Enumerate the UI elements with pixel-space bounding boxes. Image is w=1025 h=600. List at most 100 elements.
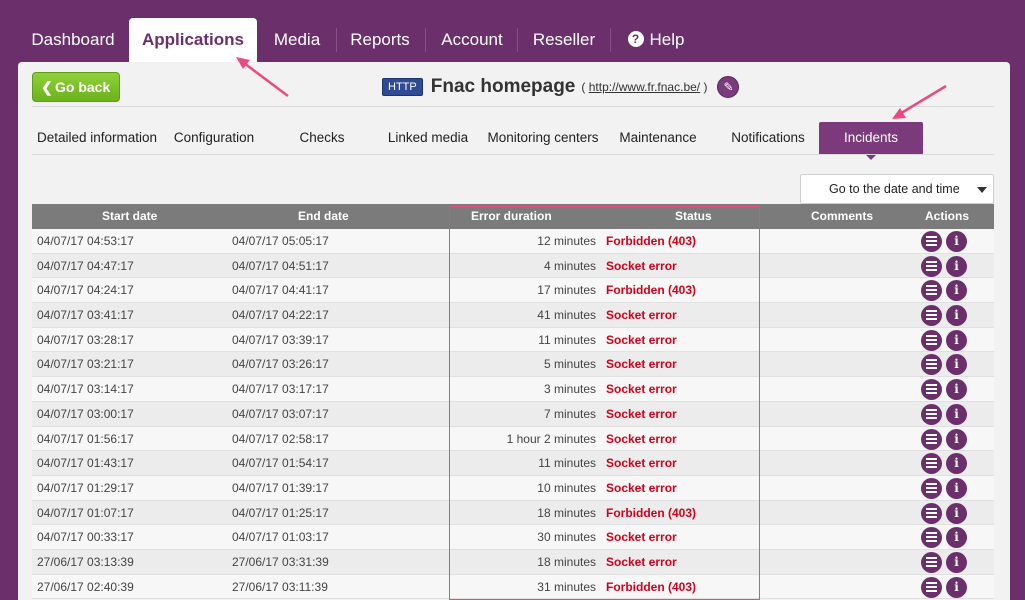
- add-comment-button[interactable]: [921, 453, 942, 475]
- table-row: 04/07/17 04:24:17 04/07/17 04:41:17 17 min…: [32, 278, 994, 304]
- add-comment-button[interactable]: [921, 379, 942, 401]
- tab-incidents[interactable]: Incidents: [819, 122, 923, 160]
- tab-maintenance[interactable]: Maintenance: [614, 122, 702, 154]
- chevron-left-icon: ❮: [41, 79, 53, 95]
- table-row: 04/07/17 01:43:17 04/07/17 01:54:17 11 min…: [32, 451, 994, 476]
- incident-info-button[interactable]: i: [946, 453, 967, 475]
- tab-checks[interactable]: Checks: [290, 122, 354, 154]
- cell-status: Forbidden (403): [606, 505, 697, 520]
- column-header-actions: Actions: [925, 209, 970, 223]
- incident-info-button[interactable]: i: [946, 379, 967, 401]
- list-add-icon: [926, 236, 937, 246]
- incident-info-button[interactable]: i: [946, 502, 967, 524]
- incident-info-button[interactable]: i: [946, 305, 967, 327]
- list-add-icon: [926, 581, 937, 592]
- incident-info-button[interactable]: i: [946, 403, 967, 425]
- table-row: 04/07/17 01:07:17 04/07/17 01:25:17 18 min…: [32, 500, 994, 526]
- tab-linked-media[interactable]: Linked media: [384, 122, 472, 154]
- table-row: 04/07/17 00:33:17 04/07/17 01:03:17 30 min…: [32, 525, 994, 550]
- nav-reseller[interactable]: Reseller: [522, 18, 606, 62]
- cell-end-date: 04/07/17 02:58:17: [232, 431, 329, 446]
- cell-error-duration: 11 minutes: [538, 456, 596, 471]
- info-icon: i: [954, 480, 959, 495]
- incident-info-button[interactable]: i: [946, 527, 967, 549]
- cell-start-date: 04/07/17 04:24:17: [37, 283, 134, 298]
- cell-error-duration: 7 minutes: [543, 406, 596, 421]
- table-header: Start date End date Error duration Statu…: [32, 204, 994, 229]
- list-add-icon: [926, 507, 937, 518]
- nav-reports[interactable]: Reports: [340, 18, 420, 62]
- nav-help-label: Help: [649, 30, 685, 49]
- cell-error-duration: 12 minutes: [537, 234, 596, 248]
- edit-application-button[interactable]: ✎: [717, 76, 740, 98]
- column-header-end-date[interactable]: End date: [298, 204, 349, 229]
- cell-end-date: 04/07/17 01:54:17: [232, 456, 329, 471]
- list-add-icon: [926, 285, 937, 296]
- add-comment-button[interactable]: [921, 403, 942, 425]
- incident-info-button[interactable]: i: [946, 255, 967, 277]
- nav-account[interactable]: Account: [430, 18, 514, 62]
- cell-status: Forbidden (403): [606, 234, 697, 248]
- tab-detailed-information[interactable]: Detailed information: [32, 122, 162, 154]
- tab-notifications[interactable]: Notifications: [724, 122, 812, 154]
- incident-info-button[interactable]: i: [946, 477, 967, 499]
- cell-start-date: 04/07/17 04:47:17: [37, 258, 134, 273]
- cell-start-date: 27/06/17 03:13:39: [37, 554, 134, 569]
- application-tabs: Detailed information Configuration Check…: [32, 122, 994, 160]
- application-url-link[interactable]: http://www.fr.fnac.be/: [589, 80, 700, 94]
- cell-start-date: 04/07/17 03:41:17: [37, 308, 134, 323]
- divider: [32, 106, 994, 107]
- cell-status: Socket error: [606, 456, 677, 471]
- cell-end-date: 04/07/17 01:25:17: [232, 505, 329, 520]
- incident-info-button[interactable]: i: [946, 354, 967, 376]
- add-comment-button[interactable]: [921, 354, 942, 376]
- cell-error-duration: 31 minutes: [537, 579, 596, 594]
- add-comment-button[interactable]: [921, 576, 942, 598]
- add-comment-button[interactable]: [921, 551, 942, 573]
- go-to-date-label: Go to the date and time: [829, 182, 960, 196]
- incident-info-button[interactable]: i: [946, 231, 967, 252]
- cell-end-date: 27/06/17 03:11:39: [232, 579, 328, 594]
- incident-info-button[interactable]: i: [946, 428, 967, 450]
- column-header-start-date[interactable]: Start date: [102, 204, 157, 229]
- info-icon: i: [954, 406, 959, 421]
- cell-status: Socket error: [606, 382, 677, 397]
- add-comment-button[interactable]: [921, 502, 942, 524]
- add-comment-button[interactable]: [921, 231, 942, 252]
- list-add-icon: [926, 532, 937, 543]
- column-header-error-duration[interactable]: Error duration: [471, 204, 552, 229]
- incident-info-button[interactable]: i: [946, 280, 967, 302]
- add-comment-button[interactable]: [921, 527, 942, 549]
- nav-divider: [517, 28, 518, 52]
- add-comment-button[interactable]: [921, 305, 942, 327]
- incident-info-button[interactable]: i: [946, 329, 967, 351]
- add-comment-button[interactable]: [921, 428, 942, 450]
- cell-error-duration: 1 hour 2 minutes: [506, 431, 596, 446]
- go-back-button[interactable]: ❮ Go back: [32, 72, 120, 102]
- info-icon: i: [954, 332, 959, 347]
- table-row: 04/07/17 03:14:17 04/07/17 03:17:17 3 minu…: [32, 377, 994, 402]
- incident-info-button[interactable]: i: [946, 551, 967, 573]
- nav-help[interactable]: ? Help: [616, 18, 696, 62]
- incidents-table: Start date End date Error duration Statu…: [32, 204, 994, 600]
- table-row: 27/06/17 02:40:39 27/06/17 03:11:39 31 min…: [32, 574, 994, 600]
- incident-info-button[interactable]: i: [946, 576, 967, 598]
- go-to-date-select[interactable]: Go to the date and time: [800, 174, 994, 204]
- tab-monitoring-centers[interactable]: Monitoring centers: [484, 122, 602, 154]
- column-header-status[interactable]: Status: [675, 204, 712, 229]
- list-add-icon: [926, 359, 937, 370]
- add-comment-button[interactable]: [921, 280, 942, 302]
- nav-dashboard[interactable]: Dashboard: [20, 18, 126, 62]
- nav-media[interactable]: Media: [262, 18, 332, 62]
- add-comment-button[interactable]: [921, 255, 942, 277]
- page-title: Fnac homepage: [430, 76, 576, 97]
- tab-configuration[interactable]: Configuration: [168, 122, 260, 154]
- cell-error-duration: 18 minutes: [537, 505, 596, 520]
- add-comment-button[interactable]: [921, 477, 942, 499]
- add-comment-button[interactable]: [921, 329, 942, 351]
- table-row: 04/07/17 03:28:17 04/07/17 03:39:17 11 min…: [32, 327, 994, 353]
- column-header-comments: Comments: [811, 209, 874, 223]
- cell-end-date: 04/07/17 01:03:17: [232, 530, 329, 545]
- nav-applications[interactable]: Applications: [129, 18, 257, 64]
- info-icon: i: [954, 579, 959, 594]
